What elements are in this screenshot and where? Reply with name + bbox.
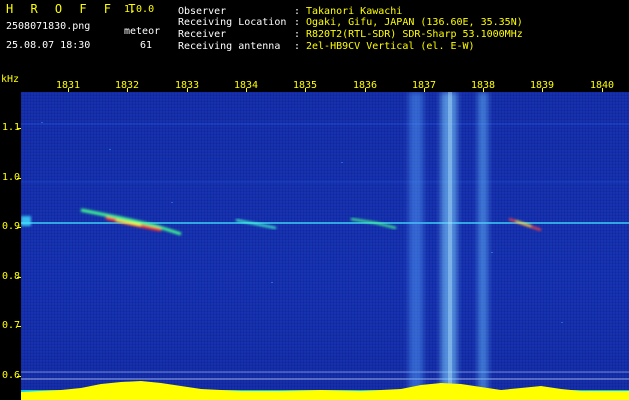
spectrogram-signals	[21, 92, 629, 400]
app-brand: H R O F F T	[6, 2, 141, 16]
file-name: 2508071830.png	[6, 21, 91, 32]
capture-datetime: 25.08.07 18:30	[6, 40, 91, 51]
x-tick-mark	[187, 88, 188, 92]
x-tick-mark	[602, 88, 603, 92]
info-value-location: Ogaki, Gifu, JAPAN (136.60E, 35.35N)	[306, 17, 523, 28]
noise-floor-spectrum	[21, 381, 629, 400]
meteor-echo-1832	[80, 208, 182, 236]
interference-core	[448, 92, 452, 400]
y-tick-mark	[17, 277, 21, 278]
x-tick-mark	[483, 88, 484, 92]
x-tick-mark	[365, 88, 366, 92]
info-value-receiver: R820T2(RTL-SDR) SDR-Sharp 53.1000MHz	[306, 29, 523, 40]
info-label-receiver: Receiver	[178, 29, 227, 40]
meteor-echo-1834	[235, 219, 277, 229]
y-tick-mark	[17, 128, 21, 129]
interference-band-1	[409, 92, 423, 400]
app-version: 1.0.0	[124, 4, 155, 15]
x-tick-mark	[68, 88, 69, 92]
y-tick-mark	[17, 178, 21, 179]
edge-signal	[21, 216, 31, 226]
interference-band-3	[478, 92, 488, 400]
x-tick-mark	[246, 88, 247, 92]
info-sep-location: :	[294, 17, 301, 28]
meteor-label: meteor	[124, 26, 161, 37]
y-tick-mark	[17, 326, 21, 327]
x-tick-mark	[542, 88, 543, 92]
meteor-count: 61	[140, 40, 153, 51]
x-tick-mark	[127, 88, 128, 92]
spectrogram-plot	[21, 92, 629, 400]
header-panel: H R O F F T 1.0.0 2508071830.png 25.08.0…	[0, 0, 629, 72]
x-tick-mark	[305, 88, 306, 92]
y-tick-mark	[17, 227, 21, 228]
info-label-location: Receiving Location	[178, 17, 287, 28]
info-sep-antenna: :	[294, 41, 301, 52]
y-axis-unit: kHz	[1, 74, 20, 85]
x-tick-mark	[424, 88, 425, 92]
info-label-antenna: Receiving antenna	[178, 41, 281, 52]
y-tick-mark	[17, 376, 21, 377]
info-value-antenna: 2el-HB9CV Vertical (el. E-W)	[306, 41, 475, 52]
info-sep-receiver: :	[294, 29, 301, 40]
meteor-echo-1838	[508, 218, 542, 231]
